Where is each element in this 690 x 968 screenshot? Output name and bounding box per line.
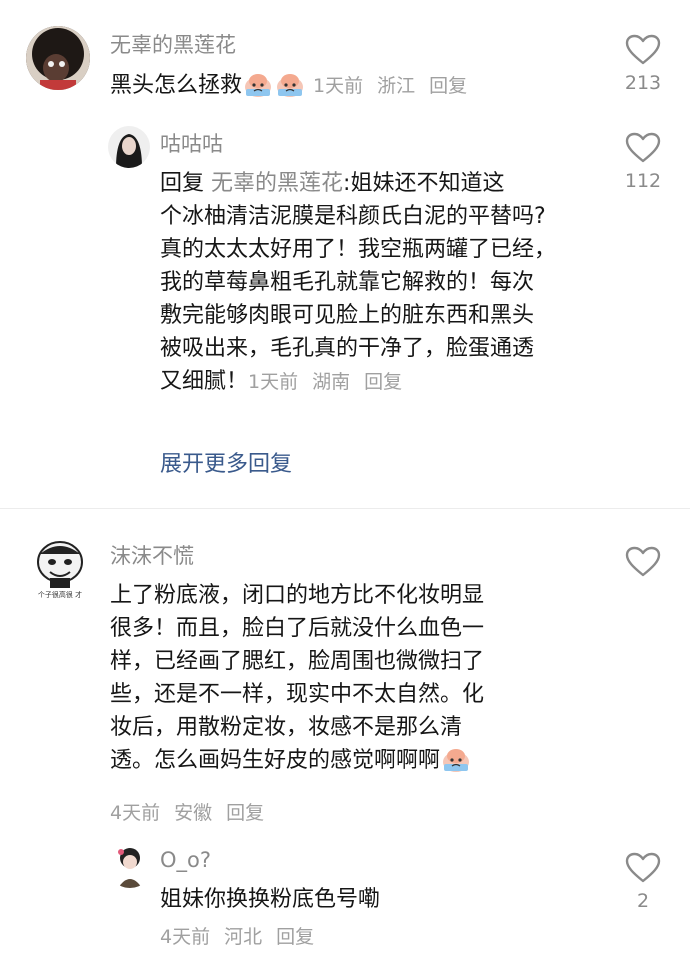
comment-location: 浙江 bbox=[377, 75, 416, 97]
avatar-image-icon bbox=[108, 844, 152, 888]
comment-time: 1天前 bbox=[313, 75, 364, 97]
comment-username[interactable]: 无辜的黑莲花 bbox=[110, 29, 236, 59]
comment-time: 4天前 bbox=[110, 802, 161, 824]
reply-username[interactable]: O_o? bbox=[160, 848, 211, 872]
reply-text: 姐妹你换换粉底色号嘞 bbox=[160, 887, 381, 912]
comment-location: 湖南 bbox=[312, 371, 351, 393]
comment-meta: 1天前 浙江 回复 bbox=[313, 75, 481, 97]
reply-line: 真的太太太好用了！我空瓶两罐了已经， bbox=[160, 237, 557, 262]
expand-more-replies-button[interactable]: 展开更多回复 bbox=[160, 446, 292, 478]
comment-username[interactable]: 沫沫不慌 bbox=[110, 540, 194, 570]
like-button[interactable]: 213 bbox=[613, 34, 673, 94]
reply-line: 被吸出来，毛孔真的干净了，脸蛋通透 bbox=[160, 336, 535, 361]
crying-face-emoji-icon bbox=[243, 72, 273, 98]
comment-location: 河北 bbox=[224, 926, 263, 948]
reply-meta: 1天前 湖南 回复 bbox=[248, 371, 416, 393]
reply-line: 我的草莓鼻粗毛孔就靠它解救的！每次 bbox=[160, 270, 535, 295]
heart-outline-icon bbox=[625, 132, 661, 163]
divider bbox=[0, 508, 690, 509]
comment-line: 上了粉底液，闭口的地方比不化妆明显 bbox=[110, 583, 485, 608]
reply-to-username[interactable]: 无辜的黑莲花 bbox=[211, 171, 343, 196]
reply-prefix: 回复 bbox=[160, 171, 205, 196]
reply-meta: 4天前 河北 回复 bbox=[160, 922, 328, 949]
avatar[interactable]: 个子很高很 才 bbox=[30, 538, 90, 600]
comment-meta: 4天前 安徽 回复 bbox=[110, 798, 278, 825]
like-count: 112 bbox=[624, 170, 662, 192]
reply-text: 回复 无辜的黑莲花:姐妹还不知道这 个冰柚清洁泥膜是科颜氏白泥的平替吗? 真的太… bbox=[160, 167, 600, 399]
like-count: 2 bbox=[636, 890, 650, 912]
reply-username[interactable]: 咕咕咕 bbox=[160, 128, 223, 158]
heart-outline-icon bbox=[625, 852, 661, 883]
reply-line: 又细腻！ bbox=[160, 369, 249, 394]
avatar-image-icon bbox=[26, 26, 90, 90]
reply-button[interactable]: 回复 bbox=[276, 926, 314, 948]
comment-body: 黑头怎么拯救 bbox=[110, 73, 243, 98]
avatar[interactable] bbox=[108, 126, 150, 168]
reply-button[interactable]: 回复 bbox=[364, 371, 402, 393]
reply-button[interactable]: 回复 bbox=[226, 802, 264, 824]
reply-line: 敷完能够肉眼可见脸上的脏东西和黑头 bbox=[160, 303, 535, 328]
comment-line: 妆后，用散粉定妆，妆感不是那么清 bbox=[110, 715, 463, 740]
comment-line: 样，已经画了腮红，脸周围也微微扫了 bbox=[110, 649, 485, 674]
like-count: 213 bbox=[624, 72, 662, 94]
comment-time: 1天前 bbox=[248, 371, 299, 393]
comment-time: 4天前 bbox=[160, 926, 211, 948]
avatar[interactable] bbox=[108, 844, 152, 888]
like-button[interactable] bbox=[613, 546, 673, 584]
heart-outline-icon bbox=[625, 34, 661, 65]
comment-text: 上了粉底液，闭口的地方比不化妆明显 很多！而且，脸白了后就没什么血色一 样，已经… bbox=[110, 579, 590, 777]
comment-text: 黑头怎么拯救 1天前 浙江 回复 bbox=[110, 69, 481, 103]
reply-line: :姐妹还不知道这 bbox=[343, 171, 505, 196]
comment-line: 些，还是不一样，现实中不太自然。化 bbox=[110, 682, 485, 707]
like-button[interactable]: 2 bbox=[613, 852, 673, 912]
avatar[interactable] bbox=[26, 26, 90, 90]
crying-face-emoji-icon bbox=[441, 747, 471, 773]
like-button[interactable]: 112 bbox=[613, 132, 673, 192]
comment-line: 很多！而且，脸白了后就没什么血色一 bbox=[110, 616, 485, 641]
avatar-caption: 个子很高很 才 bbox=[37, 591, 83, 599]
comment-location: 安徽 bbox=[174, 802, 213, 824]
crying-face-emoji-icon bbox=[275, 72, 305, 98]
heart-outline-icon bbox=[625, 546, 661, 577]
reply-button[interactable]: 回复 bbox=[429, 75, 467, 97]
avatar-image-icon bbox=[108, 126, 150, 168]
comment-line: 透。怎么画妈生好皮的感觉啊啊啊 bbox=[110, 748, 441, 773]
reply-line: 个冰柚清洁泥膜是科颜氏白泥的平替吗? bbox=[160, 204, 546, 229]
